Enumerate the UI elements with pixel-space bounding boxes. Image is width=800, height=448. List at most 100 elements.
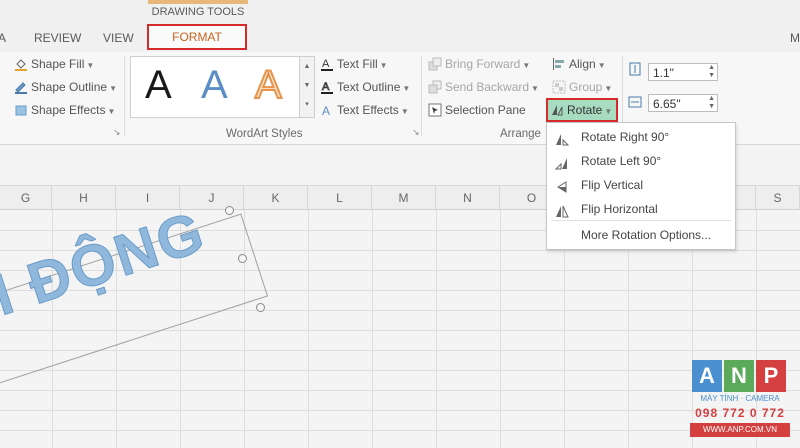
- chevron-down-icon: ▼: [604, 107, 613, 116]
- menu-divider: [551, 220, 731, 221]
- menu-item-rotate-left[interactable]: Rotate Left 90°: [547, 149, 735, 173]
- text-fill-button[interactable]: A Text Fill ▼: [320, 55, 388, 73]
- logo-tagline: MÁY TÍNH · CAMERA: [700, 394, 780, 403]
- tab-partial-right[interactable]: M: [790, 31, 800, 45]
- shape-fill-label: Shape Fill: [31, 57, 85, 71]
- pencil-icon: [14, 80, 28, 94]
- menu-item-flip-horizontal[interactable]: Flip Horizontal: [547, 197, 735, 221]
- column-header-l[interactable]: L: [308, 186, 372, 210]
- chevron-down-icon: ▼: [531, 84, 539, 93]
- grid-line: [0, 350, 800, 351]
- column-header-s[interactable]: S: [756, 186, 800, 210]
- gallery-down-icon[interactable]: ▼: [300, 76, 314, 95]
- resize-handle[interactable]: [256, 303, 265, 312]
- wordart-sample-black[interactable]: A: [145, 63, 172, 108]
- resize-handle[interactable]: [238, 254, 247, 263]
- rotate-button[interactable]: Rotate ▼: [546, 98, 618, 122]
- tab-review[interactable]: REVIEW: [34, 31, 81, 45]
- align-button[interactable]: Align ▼: [552, 55, 606, 73]
- paint-bucket-icon: [14, 57, 28, 71]
- tab-view[interactable]: VIEW: [103, 31, 134, 45]
- logo-phone: 098 772 0 772: [695, 406, 785, 420]
- column-header-k[interactable]: K: [244, 186, 308, 210]
- dialog-launcher-icon[interactable]: ↘: [412, 127, 420, 138]
- rotate-left-icon: [554, 154, 569, 170]
- shape-width-input[interactable]: 6.65" ▲ ▼: [648, 94, 718, 112]
- send-backward-icon: [428, 80, 442, 94]
- selection-pane-label: Selection Pane: [445, 103, 526, 117]
- bring-forward-button[interactable]: Bring Forward ▼: [428, 55, 530, 73]
- menu-item-rotate-right[interactable]: Rotate Right 90°: [547, 125, 735, 149]
- logo-website: WWW.ANP.COM.VN: [690, 423, 790, 437]
- grid-line: [372, 210, 373, 448]
- shape-height-input[interactable]: 1.1" ▲ ▼: [648, 63, 718, 81]
- flip-horizontal-icon: [555, 202, 569, 218]
- column-header-h[interactable]: H: [52, 186, 116, 210]
- rotate-icon: [550, 103, 564, 117]
- shape-outline-button[interactable]: Shape Outline ▼: [14, 78, 117, 96]
- column-header-m[interactable]: M: [372, 186, 436, 210]
- menu-item-flip-vertical[interactable]: Flip Vertical: [547, 173, 735, 197]
- group-label: Group: [569, 80, 603, 94]
- text-fill-icon: A: [320, 57, 334, 71]
- group-button[interactable]: Group ▼: [552, 78, 612, 96]
- chevron-down-icon: ▼: [86, 61, 95, 70]
- rotate-right-icon: [555, 130, 570, 146]
- menu-item-more-rotation-options[interactable]: More Rotation Options...: [547, 223, 735, 247]
- grid-line: [500, 210, 501, 448]
- anp-logo: A N P MÁY TÍNH · CAMERA 098 772 0 772 WW…: [690, 360, 790, 440]
- wordart-sample-orange[interactable]: A: [254, 62, 283, 108]
- contextual-tab-group-label: DRAWING TOOLS: [151, 6, 245, 18]
- shape-width-value: 6.65": [653, 97, 681, 111]
- chevron-down-icon: ▼: [597, 61, 606, 70]
- wordart-styles-group-label: WordArt Styles: [226, 128, 303, 140]
- group-separator: [421, 56, 422, 136]
- dialog-launcher-icon[interactable]: ↘: [113, 127, 121, 138]
- text-effects-icon: A: [320, 103, 334, 118]
- column-header-g[interactable]: G: [0, 186, 52, 210]
- contextual-tab-accent: [148, 0, 248, 4]
- spinner-arrows-icon[interactable]: ▲ ▼: [708, 95, 715, 111]
- text-effects-button[interactable]: A Text Effects ▼: [320, 101, 409, 119]
- chevron-down-icon: ▼: [604, 84, 613, 93]
- rotate-label: Rotate: [567, 103, 603, 117]
- group-icon: [552, 80, 566, 94]
- chevron-down-icon: ▼: [107, 107, 116, 116]
- chevron-down-icon: ▼: [522, 61, 531, 70]
- grid-line: [436, 210, 437, 448]
- logo-letter-n: N: [724, 360, 754, 392]
- svg-text:A: A: [322, 81, 330, 93]
- send-backward-label: Send Backward: [445, 80, 530, 94]
- gallery-more-icon[interactable]: ▾: [300, 95, 314, 114]
- shape-height-value: 1.1": [653, 66, 674, 80]
- align-label: Align: [569, 57, 596, 71]
- chevron-down-icon: ▼: [402, 84, 411, 93]
- menu-item-label: Flip Horizontal: [581, 202, 658, 216]
- shape-fill-button[interactable]: Shape Fill ▼: [14, 55, 94, 73]
- text-fill-label: Text Fill: [337, 57, 378, 71]
- shape-effects-button[interactable]: Shape Effects ▼: [14, 101, 115, 119]
- chevron-down-icon: ▼: [109, 84, 117, 93]
- resize-handle[interactable]: [225, 206, 234, 215]
- selection-pane-button[interactable]: Selection Pane: [428, 101, 526, 119]
- tab-partial-left[interactable]: A: [0, 31, 6, 45]
- wordart-styles-gallery[interactable]: A A A: [130, 56, 300, 118]
- tab-format[interactable]: FORMAT: [147, 24, 247, 50]
- column-header-n[interactable]: N: [436, 186, 500, 210]
- logo-letter-a: A: [692, 360, 722, 392]
- grid-line: [0, 390, 800, 391]
- menu-item-label: More Rotation Options...: [581, 228, 712, 242]
- grid-line: [0, 370, 800, 371]
- menu-item-label: Rotate Right 90°: [581, 130, 670, 144]
- send-backward-button[interactable]: Send Backward ▼: [428, 78, 539, 96]
- flip-vertical-icon: [555, 178, 569, 193]
- bring-forward-icon: [428, 57, 442, 71]
- gallery-scroll[interactable]: ▲ ▼ ▾: [299, 56, 315, 118]
- wordart-sample-blue[interactable]: A: [201, 63, 228, 108]
- gallery-up-icon[interactable]: ▲: [300, 57, 314, 76]
- chevron-down-icon: ▼: [379, 61, 388, 70]
- bring-forward-label: Bring Forward: [445, 57, 521, 71]
- shape-outline-label: Shape Outline: [31, 80, 108, 94]
- spinner-arrows-icon[interactable]: ▲ ▼: [708, 64, 715, 80]
- text-outline-button[interactable]: A Text Outline ▼: [320, 78, 410, 96]
